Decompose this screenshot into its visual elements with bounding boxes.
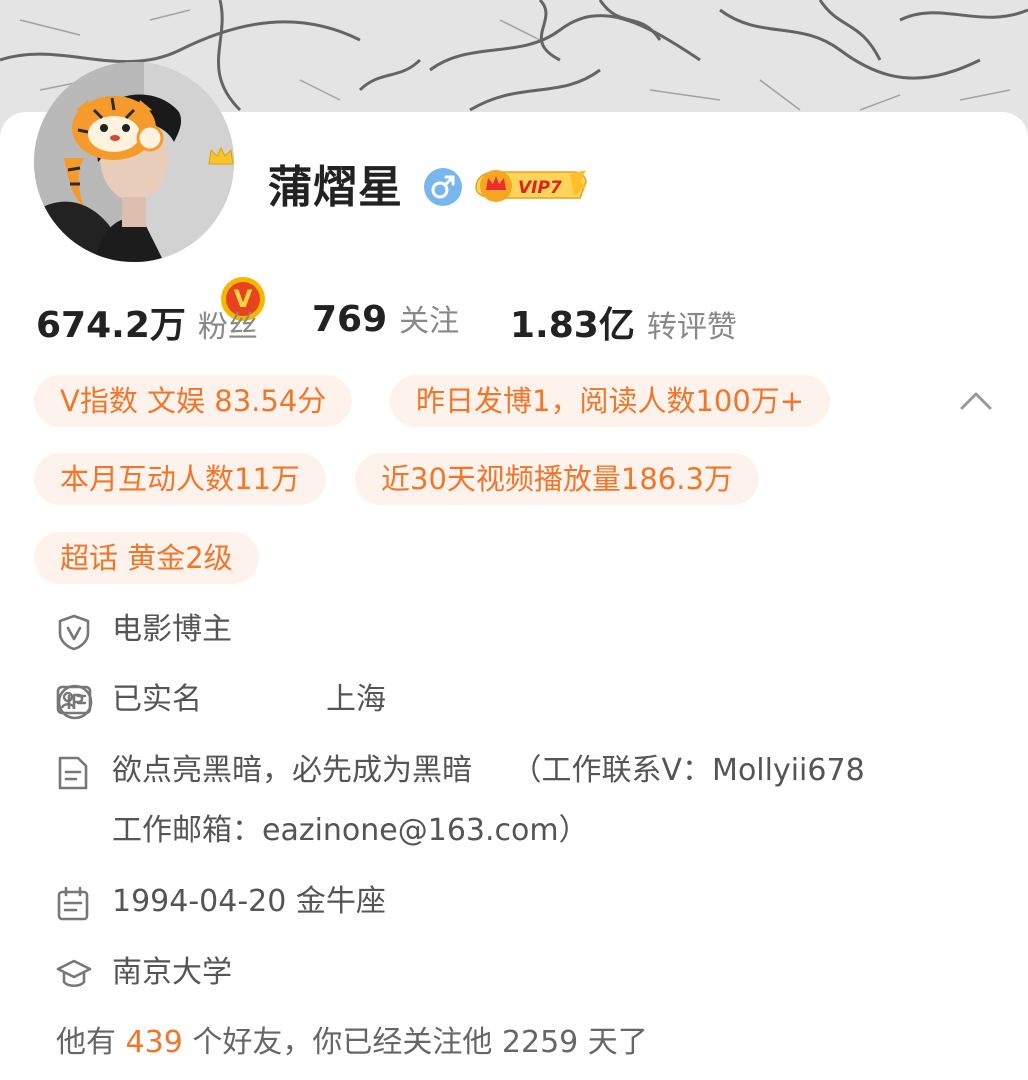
friends-summary[interactable]: 他有 439 个好友，你已经关注他 2259 天了 xyxy=(56,1020,648,1066)
bio-line-1: 欲点亮黑暗，必先成为黑暗 （工作联系V：Mollyii678 xyxy=(112,753,865,788)
stat-label: 粉丝 xyxy=(197,310,258,345)
vip-badge[interactable]: VIP7 xyxy=(474,164,588,206)
profile-name: 蒲熠星 xyxy=(268,162,403,213)
stat-value: 674.2万 xyxy=(36,305,186,346)
male-icon xyxy=(424,168,462,206)
stat-label: 转评赞 xyxy=(646,310,737,345)
school-text: 南京大学 xyxy=(112,955,232,990)
tag-super-topic[interactable]: 超话 黄金2级 xyxy=(34,532,259,584)
ip-location-text: 上海 xyxy=(326,682,386,717)
chevron-up-icon[interactable] xyxy=(958,386,994,414)
category-text: 电影博主 xyxy=(112,612,232,647)
friends-prefix: 他有 xyxy=(56,1025,116,1060)
tiger-avatar-frame-icon xyxy=(64,96,164,206)
ip-icon xyxy=(57,684,93,720)
info-bio[interactable]: 欲点亮黑暗，必先成为黑暗 （工作联系V：Mollyii678 工作邮箱：eazi… xyxy=(56,748,956,858)
stat-interactions[interactable]: 1.83亿 转评赞 xyxy=(510,296,737,348)
birthday-text: 1994-04-20 金牛座 xyxy=(112,884,386,919)
crown-icon xyxy=(208,146,234,165)
stat-value: 1.83亿 xyxy=(510,305,635,346)
friends-count[interactable]: 439 xyxy=(126,1025,183,1060)
tag-v-index[interactable]: V指数 文娱 83.54分 xyxy=(34,375,353,427)
tag-video-plays[interactable]: 近30天视频播放量186.3万 xyxy=(355,453,759,505)
tag-yesterday-posts[interactable]: 昨日发博1，阅读人数100万+ xyxy=(390,375,831,427)
tag-monthly-interactions[interactable]: 本月互动人数11万 xyxy=(34,453,326,505)
stat-label: 关注 xyxy=(399,304,460,339)
shield-v-icon xyxy=(58,614,90,651)
stat-following[interactable]: 769 关注 xyxy=(312,296,459,340)
document-icon xyxy=(58,756,88,790)
bio-line-2: 工作邮箱：eazinone@163.com） xyxy=(112,813,589,848)
stat-fans[interactable]: 674.2万 粉丝 xyxy=(36,296,258,348)
vip-level-text: VIP7 xyxy=(518,178,562,198)
calendar-icon xyxy=(57,886,89,921)
graduation-cap-icon xyxy=(56,959,92,988)
friends-suffix: 个好友，你已经关注他 2259 天了 xyxy=(192,1025,648,1060)
avatar-container[interactable]: V xyxy=(34,62,269,325)
realname-text: 已实名 xyxy=(112,682,202,717)
info-realname-ip: 已实名 上海 xyxy=(56,677,456,727)
stat-value: 769 xyxy=(312,299,388,340)
